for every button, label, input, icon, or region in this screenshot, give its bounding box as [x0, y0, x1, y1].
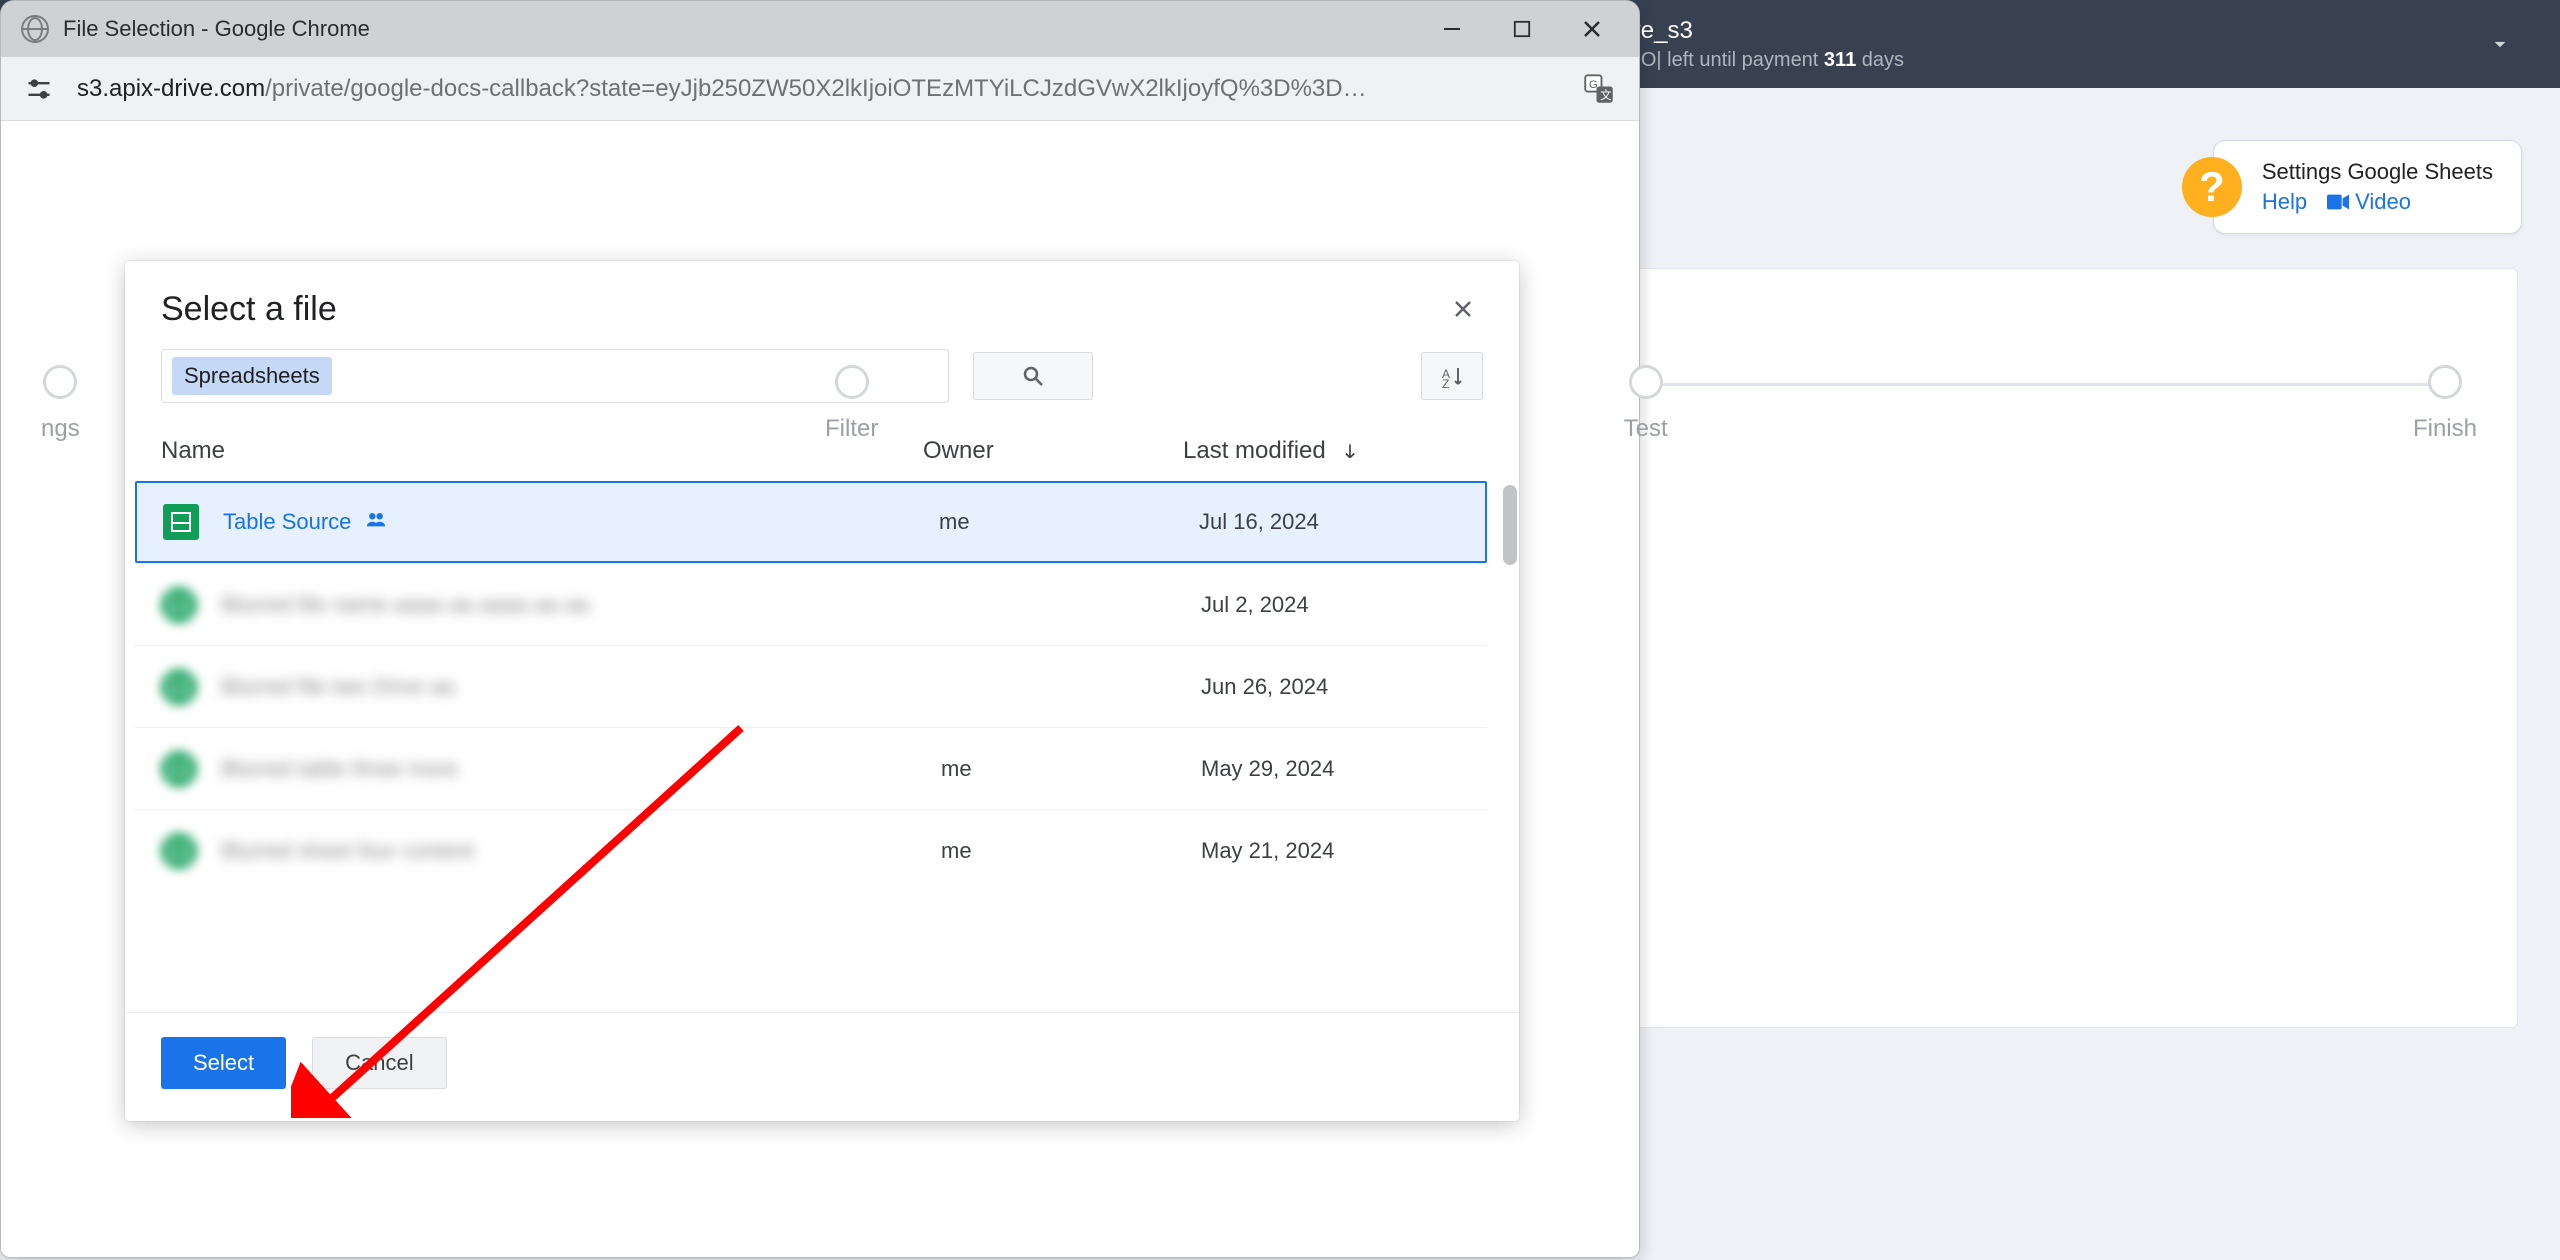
file-modified: Jun 26, 2024 — [1201, 674, 1461, 700]
file-owner: me — [941, 756, 1201, 782]
sheets-icon — [161, 751, 197, 787]
step-finish[interactable]: Finish — [2413, 365, 2477, 443]
filter-chip[interactable]: Spreadsheets — [172, 357, 332, 395]
maximize-button[interactable] — [1487, 1, 1557, 57]
file-name: Blurred table three more — [221, 756, 941, 782]
step-ngs[interactable]: ngs — [41, 365, 80, 443]
picker-title: Select a file — [161, 290, 337, 329]
svg-text:文: 文 — [1600, 88, 1611, 102]
cancel-button[interactable]: Cancel — [312, 1037, 446, 1089]
file-name: Blurred file name aaaa aa aaaa aa aa — [221, 592, 941, 618]
sort-button[interactable]: AZ — [1421, 352, 1483, 400]
file-owner: me — [941, 838, 1201, 864]
sheets-icon — [161, 669, 197, 705]
titlebar: File Selection - Google Chrome — [1, 1, 1639, 57]
file-modified: May 29, 2024 — [1201, 756, 1461, 782]
window-title: File Selection - Google Chrome — [63, 16, 370, 42]
popup-body: Select a file Spreadsheets AZ Name — [1, 121, 1639, 1257]
table-row[interactable]: Blurred table three more me May 29, 2024 — [135, 727, 1487, 809]
scrollbar[interactable] — [1503, 485, 1517, 565]
search-button[interactable] — [973, 352, 1093, 400]
table-row[interactable]: Blurred file name aaaa aa aaaa aa aa Jul… — [135, 563, 1487, 645]
video-link[interactable]: Video — [2327, 189, 2411, 215]
sort-icon: AZ — [1440, 364, 1464, 388]
sheets-icon — [161, 587, 197, 623]
col-name[interactable]: Name — [161, 437, 923, 465]
help-title: Settings Google Sheets — [2262, 159, 2493, 185]
globe-icon — [21, 15, 49, 43]
select-button[interactable]: Select — [161, 1037, 286, 1089]
step-test[interactable]: Test — [1624, 365, 1668, 443]
file-list: Table Source me Jul 16, 2024 Blurred fil… — [125, 481, 1519, 1004]
file-modified: May 21, 2024 — [1201, 838, 1461, 864]
addressbar: s3.apix-drive.com/private/google-docs-ca… — [1, 57, 1639, 121]
file-modified: Jul 2, 2024 — [1201, 592, 1461, 618]
help-card: ? Settings Google Sheets Help Video — [2213, 140, 2522, 234]
svg-text:G: G — [1589, 78, 1598, 90]
table-row[interactable]: Blurred sheet four content me May 21, 20… — [135, 809, 1487, 891]
chevron-down-icon[interactable] — [2480, 31, 2520, 57]
close-button[interactable] — [1557, 1, 1627, 57]
col-modified[interactable]: Last modified — [1183, 437, 1483, 465]
minimize-button[interactable] — [1417, 1, 1487, 57]
table-head: Name Owner Last modified — [125, 413, 1519, 481]
site-settings-icon[interactable] — [21, 71, 57, 107]
sheets-icon — [161, 833, 197, 869]
arrow-down-icon — [1340, 441, 1360, 461]
url[interactable]: s3.apix-drive.com/private/google-docs-ca… — [77, 75, 1563, 103]
help-link[interactable]: Help — [2262, 189, 2307, 215]
sheets-icon — [163, 504, 199, 540]
file-picker: Select a file Spreadsheets AZ Name — [125, 261, 1519, 1121]
file-name: Table Source — [223, 508, 939, 536]
translate-icon[interactable]: G文 — [1579, 69, 1619, 109]
table-row[interactable]: Table Source me Jul 16, 2024 — [135, 481, 1487, 563]
svg-text:Z: Z — [1442, 377, 1449, 388]
table-row[interactable]: Blurred file two Drive aa Jun 26, 2024 — [135, 645, 1487, 727]
picker-actions: Select Cancel — [125, 1012, 1519, 1121]
file-name: Blurred file two Drive aa — [221, 674, 941, 700]
step-filter[interactable]: Filter — [825, 365, 878, 443]
help-icon: ? — [2182, 157, 2242, 217]
col-owner[interactable]: Owner — [923, 437, 1183, 465]
file-name: Blurred sheet four content — [221, 838, 941, 864]
close-icon[interactable] — [1443, 289, 1483, 329]
search-icon — [1021, 364, 1045, 388]
shared-icon — [365, 508, 387, 536]
file-modified: Jul 16, 2024 — [1199, 509, 1459, 535]
file-owner: me — [939, 509, 1199, 535]
chrome-window: File Selection - Google Chrome s3.apix-d… — [0, 0, 1640, 1258]
video-icon — [2327, 194, 2349, 210]
